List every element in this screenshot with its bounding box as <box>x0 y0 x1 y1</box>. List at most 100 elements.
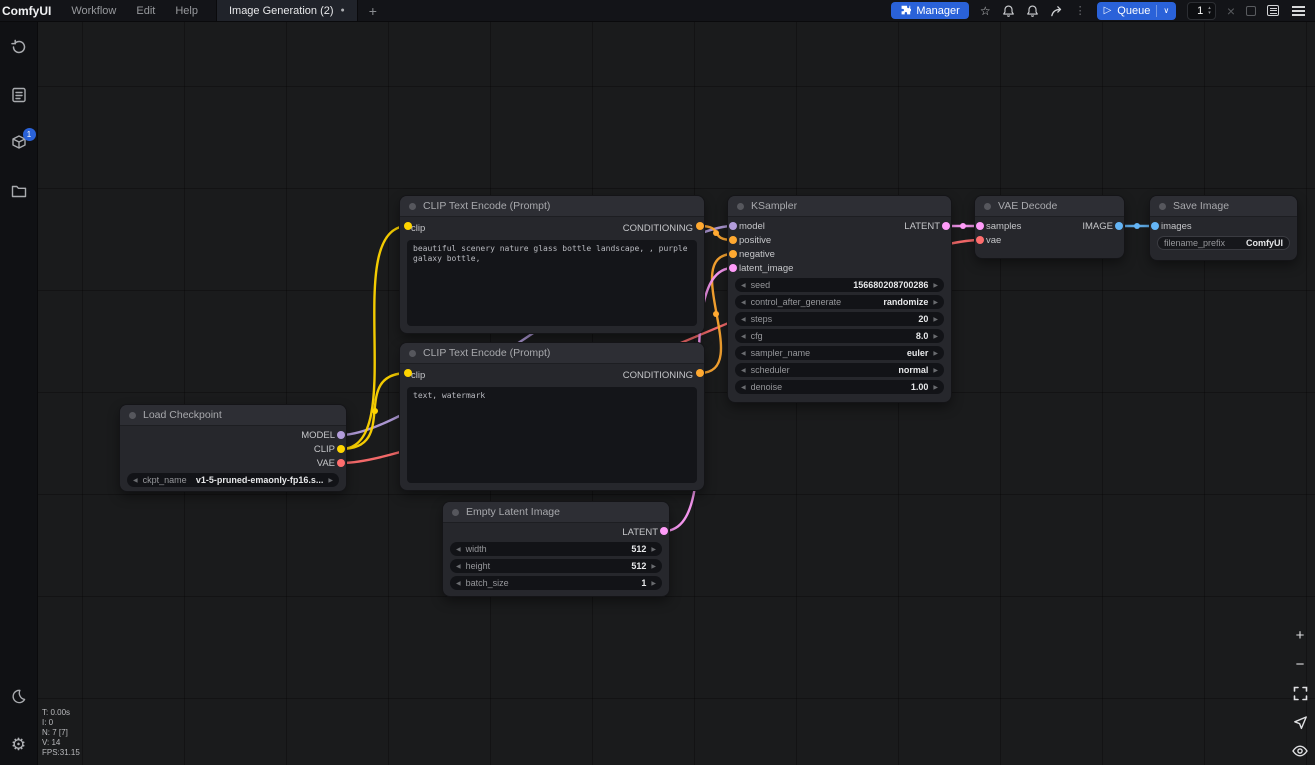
collapse-dot[interactable] <box>409 203 416 210</box>
collapse-dot[interactable] <box>737 203 744 210</box>
node-ksampler[interactable]: KSampler model LATENT positive negative … <box>728 196 951 402</box>
model-library-badge: 1 <box>23 128 36 141</box>
prompt-textarea[interactable]: beautiful scenery nature glass bottle la… <box>407 240 697 326</box>
widget-steps[interactable]: ◀ steps 20 ▶ <box>735 312 944 326</box>
increment-arrow-icon[interactable]: ▶ <box>933 333 938 340</box>
star-icon[interactable]: ☆ <box>980 5 991 17</box>
workflows-folder-icon[interactable] <box>10 182 28 200</box>
queue-button-divider <box>1156 5 1157 17</box>
stepper-arrows[interactable]: ▴ ▾ <box>1208 6 1211 15</box>
menu-help[interactable]: Help <box>165 5 208 17</box>
step-down-icon[interactable]: ▾ <box>1208 11 1211 16</box>
menu-workflow[interactable]: Workflow <box>61 5 126 17</box>
decrement-arrow-icon[interactable]: ◀ <box>741 367 746 374</box>
select-mode-icon[interactable] <box>1291 714 1309 730</box>
decrement-arrow-icon[interactable]: ◀ <box>133 477 138 484</box>
node-load-checkpoint[interactable]: Load Checkpoint MODEL CLIP VAE ◀ ckpt_na… <box>120 405 346 491</box>
decrement-arrow-icon[interactable]: ◀ <box>741 282 746 289</box>
decrement-arrow-icon[interactable]: ◀ <box>741 333 746 340</box>
stop-icon[interactable] <box>1246 6 1256 16</box>
collapse-dot[interactable] <box>452 509 459 516</box>
node-header[interactable]: Save Image <box>1150 196 1297 217</box>
widget-label: batch_size <box>466 578 509 588</box>
increment-arrow-icon[interactable]: ▶ <box>651 546 656 553</box>
node-vae-decode[interactable]: VAE Decode samples IMAGE vae <box>975 196 1124 258</box>
widget-label: denoise <box>751 382 783 392</box>
tab-image-generation[interactable]: Image Generation (2) ● <box>216 0 358 21</box>
share-icon[interactable] <box>1050 4 1064 18</box>
model-library-icon[interactable]: 1 <box>10 134 28 152</box>
increment-arrow-icon[interactable]: ▶ <box>651 580 656 587</box>
decrement-arrow-icon[interactable]: ◀ <box>456 546 461 553</box>
output-label-latent: LATENT <box>904 221 940 232</box>
increment-arrow-icon[interactable]: ▶ <box>933 350 938 357</box>
decrement-arrow-icon[interactable]: ◀ <box>741 316 746 323</box>
decrement-arrow-icon[interactable]: ◀ <box>456 563 461 570</box>
node-title: CLIP Text Encode (Prompt) <box>423 200 550 212</box>
widget-ckpt-name[interactable]: ◀ ckpt_name v1-5-pruned-emaonly-fp16.s..… <box>127 473 339 487</box>
node-header[interactable]: VAE Decode <box>975 196 1124 217</box>
widget-label: scheduler <box>751 365 790 375</box>
manager-button[interactable]: Manager <box>891 2 968 19</box>
fit-view-icon[interactable] <box>1291 685 1309 701</box>
decrement-arrow-icon[interactable]: ◀ <box>741 350 746 357</box>
widget-height[interactable]: ◀ height 512 ▶ <box>450 559 662 573</box>
increment-arrow-icon[interactable]: ▶ <box>933 282 938 289</box>
widget-sampler-name[interactable]: ◀ sampler_name euler ▶ <box>735 346 944 360</box>
menu-edit[interactable]: Edit <box>126 5 165 17</box>
increment-arrow-icon[interactable]: ▶ <box>933 367 938 374</box>
widget-batch-size[interactable]: ◀ batch_size 1 ▶ <box>450 576 662 590</box>
queue-history-icon[interactable] <box>10 38 28 56</box>
input-label-clip: clip <box>411 223 425 234</box>
batch-count-stepper[interactable]: 1 ▴ ▾ <box>1187 2 1216 20</box>
decrement-arrow-icon[interactable]: ◀ <box>741 384 746 391</box>
cancel-run-icon[interactable]: × <box>1227 4 1235 18</box>
node-header[interactable]: KSampler <box>728 196 951 217</box>
queue-button[interactable]: ▷ Queue ∨ <box>1097 2 1177 20</box>
settings-gear-icon[interactable]: ⚙ <box>10 735 28 753</box>
new-tab-button[interactable]: + <box>358 3 388 19</box>
node-empty-latent-image[interactable]: Empty Latent Image LATENT ◀ width 512 ▶ … <box>443 502 669 596</box>
collapse-dot[interactable] <box>1159 203 1166 210</box>
decrement-arrow-icon[interactable]: ◀ <box>741 299 746 306</box>
node-clip-text-encode-negative[interactable]: CLIP Text Encode (Prompt) clip CONDITION… <box>400 343 704 490</box>
chevron-down-icon[interactable]: ∨ <box>1163 6 1169 15</box>
increment-arrow-icon[interactable]: ▶ <box>328 477 333 484</box>
zoom-in-button[interactable]: + <box>1291 627 1309 643</box>
widget-filename-prefix[interactable]: filename_prefix ComfyUI <box>1157 236 1290 250</box>
bell-icon-2[interactable] <box>1026 4 1039 17</box>
widget-label: sampler_name <box>751 348 811 358</box>
prompt-textarea[interactable]: text, watermark <box>407 387 697 483</box>
node-header[interactable]: Load Checkpoint <box>120 405 346 426</box>
theme-toggle-icon[interactable] <box>10 687 28 705</box>
widget-denoise[interactable]: ◀ denoise 1.00 ▶ <box>735 380 944 394</box>
hamburger-menu-icon[interactable] <box>1292 10 1305 12</box>
increment-arrow-icon[interactable]: ▶ <box>933 299 938 306</box>
widget-value: 512 <box>631 544 646 554</box>
comfyui-logo[interactable]: ComfyUI <box>0 4 61 18</box>
widget-seed[interactable]: ◀ seed 156680208700286 ▶ <box>735 278 944 292</box>
widget-cfg[interactable]: ◀ cfg 8.0 ▶ <box>735 329 944 343</box>
increment-arrow-icon[interactable]: ▶ <box>933 384 938 391</box>
widget-scheduler[interactable]: ◀ scheduler normal ▶ <box>735 363 944 377</box>
node-header[interactable]: Empty Latent Image <box>443 502 669 523</box>
decrement-arrow-icon[interactable]: ◀ <box>456 580 461 587</box>
node-save-image[interactable]: Save Image images filename_prefix ComfyU… <box>1150 196 1297 260</box>
bell-icon-1[interactable] <box>1002 4 1015 17</box>
node-clip-text-encode-positive[interactable]: CLIP Text Encode (Prompt) clip CONDITION… <box>400 196 704 333</box>
zoom-out-button[interactable]: − <box>1291 656 1309 672</box>
stat-version: V: 14 <box>42 738 80 748</box>
node-library-icon[interactable] <box>10 86 28 104</box>
widget-control-after-generate[interactable]: ◀ control_after_generate randomize ▶ <box>735 295 944 309</box>
node-header[interactable]: CLIP Text Encode (Prompt) <box>400 343 704 364</box>
collapse-dot[interactable] <box>129 412 136 419</box>
widget-width[interactable]: ◀ width 512 ▶ <box>450 542 662 556</box>
increment-arrow-icon[interactable]: ▶ <box>651 563 656 570</box>
queue-list-icon[interactable] <box>1267 5 1279 16</box>
collapse-dot[interactable] <box>984 203 991 210</box>
toggle-visibility-eye-icon[interactable] <box>1291 743 1309 759</box>
collapse-dot[interactable] <box>409 350 416 357</box>
node-body: images filename_prefix ComfyUI <box>1150 217 1297 250</box>
increment-arrow-icon[interactable]: ▶ <box>933 316 938 323</box>
node-header[interactable]: CLIP Text Encode (Prompt) <box>400 196 704 217</box>
